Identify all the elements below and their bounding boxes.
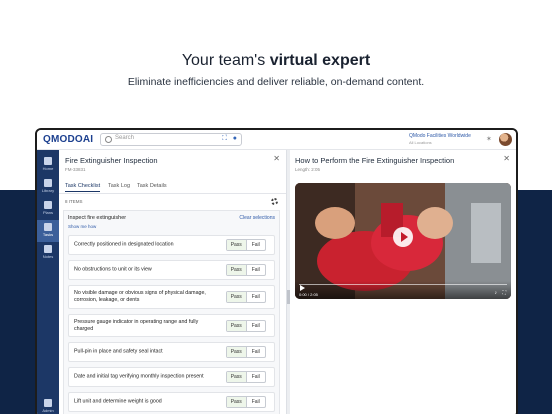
checklist-item-text: Pull-pin in place and safety seal intact <box>74 348 163 355</box>
sidebar-item-plans[interactable]: Plans <box>37 198 59 220</box>
pass-fail-toggle: Pass Fail <box>226 239 266 251</box>
sidebar-item-home[interactable]: Home <box>37 154 59 176</box>
tab-task-details[interactable]: Task Details <box>137 183 167 189</box>
avatar[interactable] <box>499 133 512 146</box>
sidebar: Home Library Plans Tasks Notes Admin <box>37 150 59 414</box>
clear-selections-link[interactable]: Clear selections <box>239 215 275 221</box>
checklist-item-text: Correctly positioned in designated locat… <box>74 241 174 248</box>
items-count: 8 ITEMS <box>65 199 83 204</box>
checklist-item-text: No obstructions to unit or its view <box>74 266 152 273</box>
search-input[interactable]: Search ⛶ ● <box>100 133 242 146</box>
hero-title: Your team's virtual expert <box>181 52 371 69</box>
video-panel: How to Perform the Fire Extinguisher Ins… <box>290 150 516 414</box>
pass-fail-toggle: Pass Fail <box>226 264 266 276</box>
pass-button[interactable]: Pass <box>227 397 247 407</box>
video-controls: 0:00 / 2:05 ♪ ⛶ <box>295 281 511 299</box>
app-window: QMODOAI Search ⛶ ● QModo Facilities Worl… <box>35 128 518 414</box>
task-id: FM-33831 <box>65 167 86 172</box>
checklist-row: Pressure gauge indicator in operating ra… <box>68 314 275 337</box>
sidebar-item-tasks[interactable]: Tasks <box>37 220 59 242</box>
fail-button[interactable]: Fail <box>247 240 266 250</box>
pass-fail-toggle: Pass Fail <box>226 291 266 303</box>
pass-button[interactable]: Pass <box>227 265 247 275</box>
checklist-row: No visible damage or obvious signs of ph… <box>68 285 275 309</box>
tab-task-checklist[interactable]: Task Checklist <box>65 183 101 192</box>
pass-fail-toggle: Pass Fail <box>226 396 266 408</box>
checklist-row: Lift unit and determine weight is good P… <box>68 392 275 412</box>
video-time: 0:00 / 2:05 <box>299 292 318 297</box>
org-name: QModo Facilities Worldwide <box>409 133 471 139</box>
checklist-item-text: Lift unit and determine weight is good <box>74 398 162 405</box>
pass-fail-toggle: Pass Fail <box>226 371 266 383</box>
top-bar: QMODOAI Search ⛶ ● QModo Facilities Worl… <box>37 130 516 150</box>
fail-button[interactable]: Fail <box>247 292 266 302</box>
task-tabs: Task Checklist Task Log Task Details <box>59 182 286 194</box>
pass-fail-toggle: Pass Fail <box>226 319 266 332</box>
fail-button[interactable]: Fail <box>247 372 266 382</box>
close-icon[interactable]: ✕ <box>503 154 510 163</box>
progress-bar[interactable] <box>299 284 507 285</box>
video-length: Length: 2:05 <box>295 167 321 172</box>
fail-button[interactable]: Fail <box>247 321 266 331</box>
task-panel: Fire Extinguisher Inspection FM-33831 ✕ … <box>59 150 287 414</box>
task-title: Fire Extinguisher Inspection <box>65 156 158 165</box>
sidebar-item-admin[interactable]: Admin <box>37 396 59 414</box>
show-me-how-link[interactable]: Show me how <box>68 224 96 229</box>
notes-icon <box>44 245 52 253</box>
library-icon <box>44 179 52 187</box>
fail-button[interactable]: Fail <box>247 397 266 407</box>
video-title: How to Perform the Fire Extinguisher Ins… <box>295 156 455 165</box>
microphone-icon[interactable]: ● <box>233 135 237 142</box>
home-icon <box>44 157 52 165</box>
checklist-row: Date and initial tag verifying monthly i… <box>68 367 275 387</box>
notification-icon[interactable]: ✶ <box>486 135 494 143</box>
plans-icon <box>44 201 52 209</box>
checklist-card: Inspect fire extinguisher Show me how Cl… <box>63 210 280 414</box>
play-button-icon[interactable] <box>300 285 305 291</box>
admin-icon <box>44 399 52 407</box>
org-location: All Locations <box>409 140 432 145</box>
close-icon[interactable]: ✕ <box>273 154 280 163</box>
tab-task-log[interactable]: Task Log <box>108 183 130 189</box>
pass-fail-toggle: Pass Fail <box>226 346 266 358</box>
checklist-item-text: Pressure gauge indicator in operating ra… <box>74 318 199 332</box>
gear-icon[interactable] <box>271 198 278 205</box>
pass-button[interactable]: Pass <box>227 320 247 331</box>
checklist-item-text: Date and initial tag verifying monthly i… <box>74 373 204 380</box>
scan-icon[interactable]: ⛶ <box>222 135 227 143</box>
search-icon <box>105 136 112 143</box>
checklist-row: Correctly positioned in designated locat… <box>68 235 275 255</box>
pass-button[interactable]: Pass <box>227 240 247 250</box>
video-player[interactable]: 0:00 / 2:05 ♪ ⛶ <box>295 183 511 299</box>
hero-subtitle: Eliminate inefficiencies and deliver rel… <box>127 76 425 88</box>
pass-button[interactable]: Pass <box>227 347 247 357</box>
org-switcher[interactable]: QModo Facilities Worldwide All Locations <box>409 133 471 145</box>
section-title: Inspect fire extinguisher <box>68 215 127 221</box>
tasks-icon <box>44 223 52 231</box>
logo: QMODOAI <box>43 134 94 145</box>
fail-button[interactable]: Fail <box>247 265 266 275</box>
play-icon[interactable] <box>393 227 413 247</box>
fullscreen-icon[interactable]: ⛶ <box>502 290 506 296</box>
fail-button[interactable]: Fail <box>247 347 266 357</box>
checklist-row: No obstructions to unit or its view Pass… <box>68 260 275 280</box>
volume-icon[interactable]: ♪ <box>495 290 498 296</box>
checklist-item-text: No visible damage or obvious signs of ph… <box>74 290 206 303</box>
sidebar-item-notes[interactable]: Notes <box>37 242 59 264</box>
checklist-row: Pull-pin in place and safety seal intact… <box>68 342 275 362</box>
sidebar-item-library[interactable]: Library <box>37 176 59 198</box>
pass-button[interactable]: Pass <box>227 292 247 302</box>
search-placeholder: Search <box>115 135 135 141</box>
pass-button[interactable]: Pass <box>227 372 247 382</box>
